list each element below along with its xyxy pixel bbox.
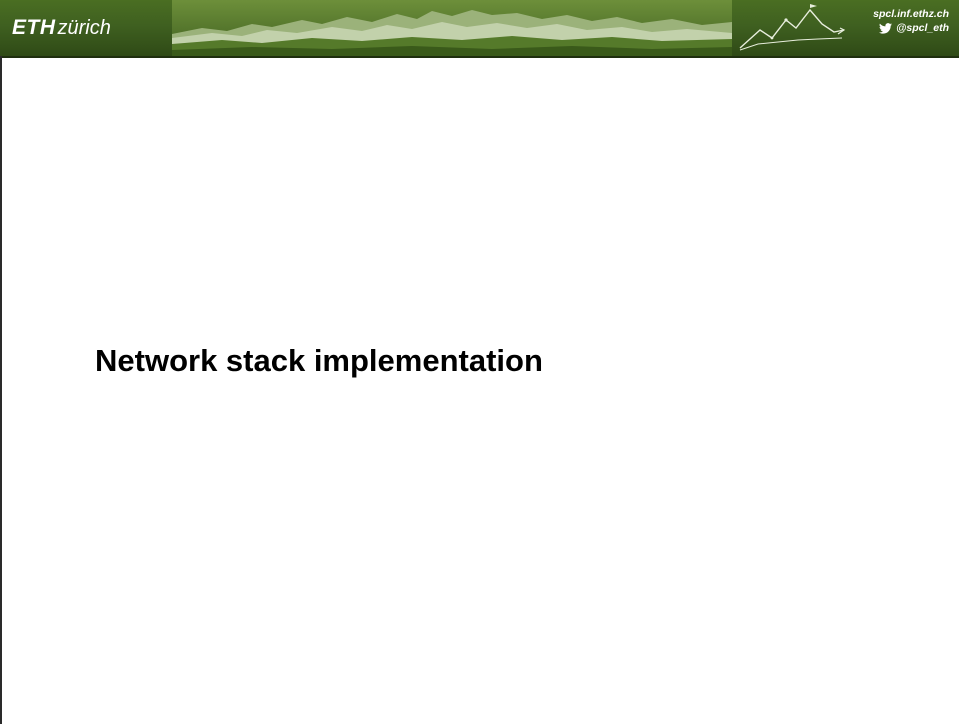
twitter-handle: @spcl_eth	[896, 22, 949, 34]
eth-logo-light: zürich	[57, 17, 111, 39]
alps-banner-image	[172, 0, 732, 56]
twitter-link[interactable]: @spcl_eth	[873, 21, 949, 35]
eth-logo-bold: ETH	[12, 16, 56, 39]
slide-title: Network stack implementation	[95, 343, 543, 378]
website-link[interactable]: spcl.inf.ethz.ch	[873, 7, 949, 21]
twitter-bird-icon	[879, 22, 893, 34]
slide-header: ETH zürich spcl.inf.ethz.ch @spcl_eth	[0, 0, 959, 56]
slide-left-border	[0, 56, 2, 724]
slide: ETH zürich spcl.inf.ethz.ch @spcl_eth Ne…	[0, 0, 959, 724]
header-divider	[0, 56, 959, 58]
spcl-mountain-logo	[739, 4, 846, 51]
eth-zurich-logo: ETH zürich	[12, 16, 111, 42]
header-links: spcl.inf.ethz.ch @spcl_eth	[873, 7, 949, 35]
